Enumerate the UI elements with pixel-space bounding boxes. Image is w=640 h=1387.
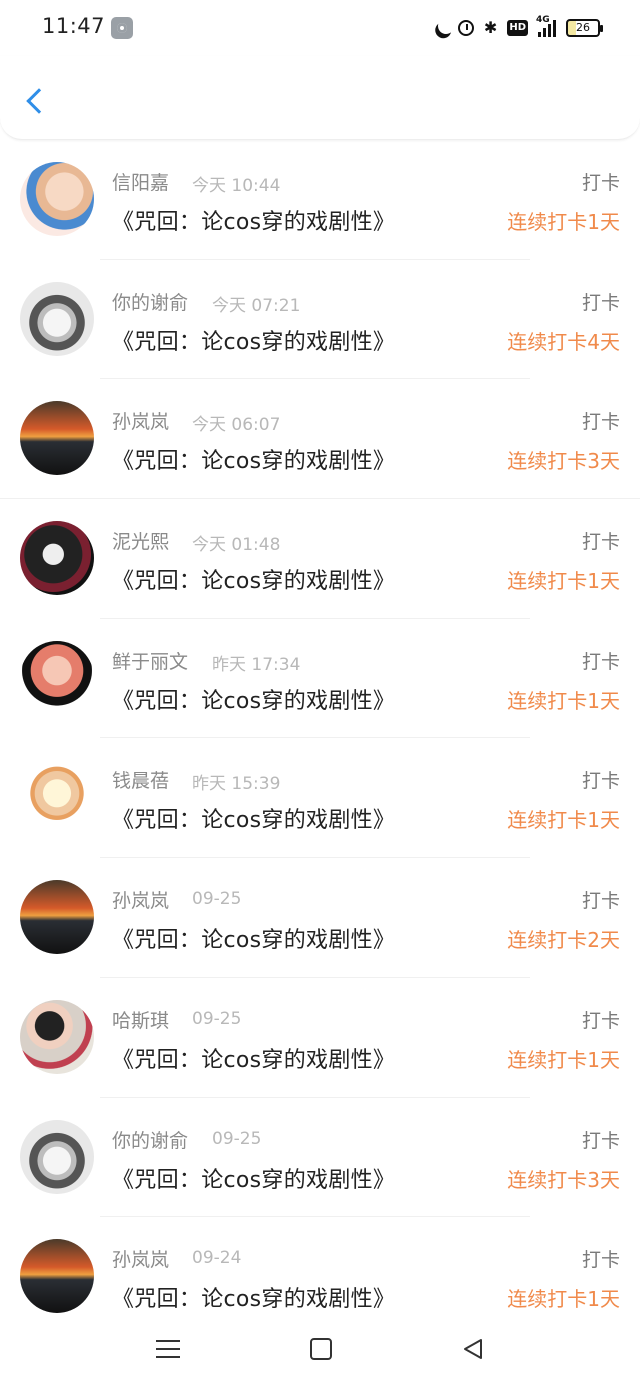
checkin-time: 今天 01:48 <box>192 535 281 556</box>
signal-icon: 4G <box>536 15 556 37</box>
checkin-label: 打卡 <box>581 531 620 554</box>
status-icons: ✱ HD 4G 26 <box>432 15 603 39</box>
avatar[interactable] <box>20 521 94 596</box>
user-name: 钱晨蓓 <box>112 770 170 793</box>
checkin-label: 打卡 <box>581 890 620 913</box>
checkin-time: 09-25 <box>192 889 242 910</box>
chevron-left-icon <box>26 88 52 114</box>
checkin-time: 今天 10:44 <box>192 176 281 196</box>
checkin-label: 打卡 <box>581 411 620 434</box>
streak-label: 连续打卡3天 <box>507 449 620 474</box>
streak-label: 连续打卡1天 <box>507 1047 620 1072</box>
item-title: 《咒回：论cos穿的戏剧性》 <box>112 1047 396 1073</box>
checkin-time: 09-25 <box>192 1008 242 1029</box>
checkin-time: 昨天 17:34 <box>212 654 301 675</box>
avatar[interactable] <box>20 401 94 476</box>
avatar[interactable] <box>20 880 94 955</box>
list-item[interactable]: 鲜于丽文 昨天 17:34 《咒回：论cos穿的戏剧性》 打卡 连续打卡1天 <box>0 619 640 739</box>
streak-label: 连续打卡4天 <box>507 329 620 354</box>
avatar[interactable] <box>20 281 94 356</box>
back-button[interactable] <box>20 84 52 124</box>
user-name: 哈斯琪 <box>112 1009 170 1032</box>
list-item[interactable]: 孙岚岚 09-24 《咒回：论cos穿的戏剧性》 打卡 连续打卡1天 <box>0 1217 640 1337</box>
user-name: 信阳嘉 <box>112 172 170 194</box>
list-item[interactable]: 你的谢俞 今天 07:21 《咒回：论cos穿的戏剧性》 打卡 连续打卡4天 <box>0 260 640 380</box>
list-item[interactable]: 孙岚岚 09-25 《咒回：论cos穿的戏剧性》 打卡 连续打卡2天 <box>0 858 640 978</box>
checkin-label: 打卡 <box>581 1129 620 1152</box>
list-item[interactable]: 你的谢俞 09-25 《咒回：论cos穿的戏剧性》 打卡 连续打卡3天 <box>0 1098 640 1218</box>
checkin-label: 打卡 <box>581 1249 620 1272</box>
list-item[interactable]: 钱晨蓓 昨天 15:39 《咒回：论cos穿的戏剧性》 打卡 连续打卡1天 <box>0 738 640 858</box>
streak-label: 连续打卡1天 <box>507 808 620 833</box>
user-name: 泥光熙 <box>112 531 170 554</box>
menu-icon[interactable] <box>156 1338 180 1360</box>
header <box>0 56 640 140</box>
hd-icon: HD <box>507 20 528 36</box>
user-name: 孙岚岚 <box>112 890 170 913</box>
avatar[interactable] <box>20 640 94 715</box>
list-item[interactable]: 泥光熙 今天 01:48 《咒回：论cos穿的戏剧性》 打卡 连续打卡1天 <box>0 499 640 619</box>
user-name: 你的谢俞 <box>112 1129 189 1152</box>
item-title: 《咒回：论cos穿的戏剧性》 <box>112 569 396 595</box>
checkin-label: 打卡 <box>581 291 620 314</box>
item-title: 《咒回：论cos穿的戏剧性》 <box>112 1287 396 1313</box>
streak-label: 连续打卡3天 <box>507 1167 620 1192</box>
item-title: 《咒回：论cos穿的戏剧性》 <box>112 688 396 714</box>
user-name: 鲜于丽文 <box>112 650 189 673</box>
checkin-label: 打卡 <box>581 650 620 673</box>
home-icon[interactable] <box>310 1338 332 1360</box>
streak-label: 连续打卡1天 <box>507 569 620 594</box>
system-nav-bar <box>0 1320 640 1387</box>
user-name: 孙岚岚 <box>112 411 170 434</box>
user-name: 孙岚岚 <box>112 1249 170 1272</box>
list-item[interactable]: 孙岚岚 今天 06:07 《咒回：论cos穿的戏剧性》 打卡 连续打卡3天 <box>0 379 640 499</box>
avatar[interactable] <box>20 999 94 1074</box>
item-title: 《咒回：论cos穿的戏剧性》 <box>112 928 396 954</box>
streak-label: 连续打卡2天 <box>507 928 620 953</box>
item-title: 《咒回：论cos穿的戏剧性》 <box>112 449 396 475</box>
status-time: 11:47 <box>42 14 106 38</box>
item-title: 《咒回：论cos穿的戏剧性》 <box>112 808 396 834</box>
checkin-time: 今天 07:21 <box>212 295 301 316</box>
checkin-label: 打卡 <box>581 172 620 194</box>
list-item[interactable]: 信阳嘉 今天 10:44 《咒回：论cos穿的戏剧性》 打卡 连续打卡1天 <box>0 140 640 260</box>
checkin-label: 打卡 <box>581 1009 620 1032</box>
checkin-label: 打卡 <box>581 770 620 793</box>
battery-icon: 26 <box>566 19 603 37</box>
checkin-time: 昨天 15:39 <box>192 774 281 795</box>
item-title: 《咒回：论cos穿的戏剧性》 <box>112 210 396 235</box>
bluetooth-icon: ✱ <box>483 18 498 37</box>
avatar[interactable] <box>20 162 94 236</box>
checkin-list: 信阳嘉 今天 10:44 《咒回：论cos穿的戏剧性》 打卡 连续打卡1天 你的… <box>0 140 640 1337</box>
streak-label: 连续打卡1天 <box>507 688 620 713</box>
avatar[interactable] <box>20 1119 94 1194</box>
item-title: 《咒回：论cos穿的戏剧性》 <box>112 1167 396 1193</box>
avatar[interactable] <box>20 1239 94 1314</box>
checkin-time: 09-25 <box>212 1128 262 1149</box>
moon-icon <box>436 16 457 37</box>
streak-label: 连续打卡1天 <box>507 1287 620 1312</box>
checkin-time: 今天 06:07 <box>192 415 281 436</box>
back-triangle-icon[interactable] <box>462 1338 484 1360</box>
avatar[interactable] <box>20 760 94 835</box>
user-name: 你的谢俞 <box>112 291 189 314</box>
streak-label: 连续打卡1天 <box>507 210 620 234</box>
status-bar: 11:47 ✱ HD 4G 26 <box>0 0 640 56</box>
checkin-time: 09-24 <box>192 1248 242 1269</box>
list-item[interactable]: 哈斯琪 09-25 《咒回：论cos穿的戏剧性》 打卡 连续打卡1天 <box>0 978 640 1098</box>
item-title: 《咒回：论cos穿的戏剧性》 <box>112 329 396 355</box>
alarm-icon <box>457 20 474 36</box>
settings-gear-icon <box>111 17 133 39</box>
network-label: 4G <box>536 15 550 25</box>
